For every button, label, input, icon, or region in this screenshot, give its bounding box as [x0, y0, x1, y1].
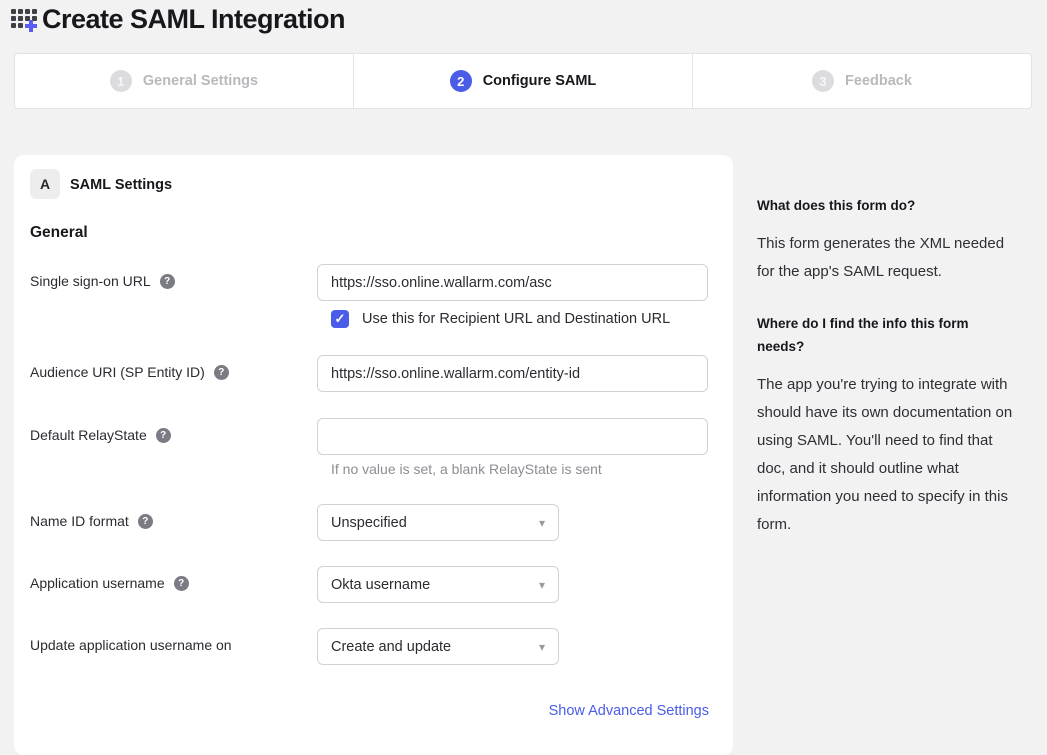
sidebar-heading-what: What does this form do? — [757, 195, 1015, 217]
page-title: Create SAML Integration — [42, 4, 345, 35]
chevron-down-icon: ▾ — [539, 578, 545, 592]
general-group-title: General — [30, 224, 88, 242]
sso-url-input[interactable] — [317, 264, 708, 301]
app-grid-add-icon — [8, 3, 40, 35]
app-username-select[interactable]: Okta username ▾ — [317, 566, 559, 603]
chevron-down-icon: ▾ — [539, 640, 545, 654]
select-value: Unspecified — [331, 515, 407, 531]
help-icon[interactable]: ? — [174, 576, 189, 591]
update-username-select[interactable]: Create and update ▾ — [317, 628, 559, 665]
field-label-text: Application username — [30, 575, 165, 591]
saml-settings-card: A SAML Settings General Single sign-on U… — [14, 155, 733, 755]
sidebar-body-what: This form generates the XML needed for t… — [757, 230, 1015, 286]
wizard-stepper: 1 General Settings 2 Configure SAML 3 Fe… — [14, 53, 1032, 109]
field-label-text: Single sign-on URL — [30, 273, 151, 289]
help-icon[interactable]: ? — [138, 514, 153, 529]
relay-state-label: Default RelayState ? — [30, 427, 171, 443]
page-header: Create SAML Integration — [8, 3, 345, 35]
step-number-badge: 1 — [110, 70, 132, 92]
audience-uri-label: Audience URI (SP Entity ID) ? — [30, 364, 229, 380]
name-id-format-select[interactable]: Unspecified ▾ — [317, 504, 559, 541]
update-username-label: Update application username on — [30, 637, 232, 653]
step-feedback[interactable]: 3 Feedback — [693, 54, 1031, 108]
section-a-badge: A — [30, 169, 60, 199]
name-id-format-label: Name ID format ? — [30, 513, 153, 529]
recipient-url-checkbox-row: ✓ Use this for Recipient URL and Destina… — [331, 310, 670, 328]
step-general-settings[interactable]: 1 General Settings — [15, 54, 354, 108]
step-configure-saml[interactable]: 2 Configure SAML — [354, 54, 693, 108]
create-saml-integration-page: Create SAML Integration 1 General Settin… — [0, 0, 1047, 740]
select-value: Okta username — [331, 577, 430, 593]
sidebar-heading-where: Where do I find the info this form needs… — [757, 313, 1015, 358]
step-label: Feedback — [845, 73, 912, 89]
audience-uri-input[interactable] — [317, 355, 708, 392]
help-icon[interactable]: ? — [160, 274, 175, 289]
show-advanced-settings-link[interactable]: Show Advanced Settings — [549, 703, 709, 719]
section-title: SAML Settings — [70, 177, 172, 193]
sso-url-label: Single sign-on URL ? — [30, 273, 175, 289]
help-icon[interactable]: ? — [214, 365, 229, 380]
step-label: Configure SAML — [483, 73, 597, 89]
help-icon[interactable]: ? — [156, 428, 171, 443]
field-label-text: Name ID format — [30, 513, 129, 529]
field-label-text: Audience URI (SP Entity ID) — [30, 364, 205, 380]
step-number-badge: 3 — [812, 70, 834, 92]
relay-state-input[interactable] — [317, 418, 708, 455]
app-username-label: Application username ? — [30, 575, 189, 591]
help-sidebar: What does this form do? This form genera… — [757, 195, 1015, 566]
field-label-text: Default RelayState — [30, 427, 147, 443]
sidebar-body-where: The app you're trying to integrate with … — [757, 371, 1015, 539]
recipient-url-checkbox[interactable]: ✓ — [331, 310, 349, 328]
step-number-badge: 2 — [450, 70, 472, 92]
chevron-down-icon: ▾ — [539, 516, 545, 530]
select-value: Create and update — [331, 639, 451, 655]
recipient-url-checkbox-label: Use this for Recipient URL and Destinati… — [362, 311, 670, 327]
step-label: General Settings — [143, 73, 258, 89]
field-label-text: Update application username on — [30, 637, 232, 653]
relay-state-hint: If no value is set, a blank RelayState i… — [331, 461, 602, 477]
